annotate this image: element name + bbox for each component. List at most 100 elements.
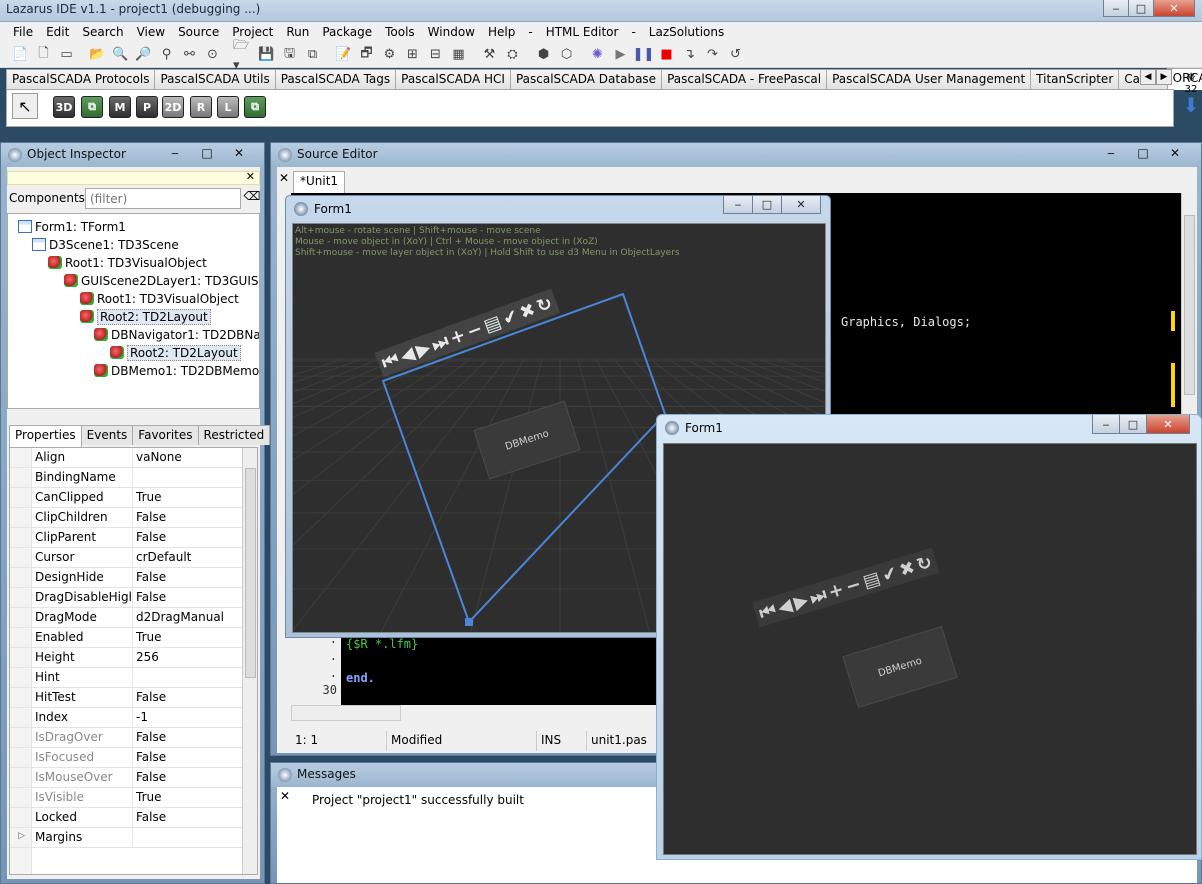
palette-tab[interactable]: PascalSCADA - FreePascal — [661, 69, 828, 89]
expand-icon[interactable]: ▷ — [18, 831, 25, 841]
build-icon[interactable]: ⚒ — [479, 45, 500, 65]
property-row[interactable]: CanClipped True — [10, 488, 242, 508]
property-value[interactable]: True — [132, 488, 242, 508]
menu-item[interactable]: Run — [281, 22, 317, 42]
palette-tab[interactable]: PascalSCADA HCI — [395, 69, 511, 89]
component-filter-input[interactable] — [85, 188, 241, 209]
tree-node[interactable]: DBNavigator1: TD2DBNavigator — [94, 326, 259, 344]
se-close-button[interactable]: ✕ — [1161, 145, 1189, 161]
tab-events[interactable]: Events — [80, 425, 134, 445]
navigator-button-icon[interactable]: − — [843, 573, 864, 597]
oi-maximize-button[interactable]: □ — [193, 145, 221, 161]
package-graph-icon[interactable]: ⬡ — [556, 45, 577, 65]
project-options-icon[interactable]: ⚙ — [379, 45, 400, 65]
tree-node[interactable]: Form1: TForm1 — [18, 218, 126, 236]
property-vertical-scrollbar[interactable] — [242, 448, 257, 874]
navigator-button-icon[interactable]: ✔ — [879, 562, 900, 586]
toggle-form-icon[interactable]: ⧉ — [302, 45, 323, 65]
tab-restricted[interactable]: Restricted — [197, 425, 271, 445]
property-value[interactable]: False — [132, 588, 242, 608]
property-row[interactable]: DragDisableHighlightFalse — [10, 588, 242, 608]
menu-item[interactable]: Help — [483, 22, 523, 42]
view-units-icon[interactable]: 📝 — [333, 45, 354, 65]
property-row[interactable]: BindingName — [10, 468, 242, 488]
runtime-minimize-button[interactable]: ‒ — [1092, 415, 1120, 434]
property-value[interactable] — [132, 468, 242, 488]
property-row[interactable]: Locked False — [10, 808, 242, 828]
compile-icon[interactable]: ⛭ — [502, 45, 523, 65]
tree-node[interactable]: Root1: TD3VisualObject — [80, 290, 239, 308]
form-minimize-button[interactable]: ‒ — [723, 196, 753, 214]
package-icon[interactable]: ⬢ — [533, 45, 554, 65]
palette-tab[interactable]: TitanScripter — [1030, 69, 1120, 89]
layer-3d-icon[interactable]: ⧉ — [81, 96, 103, 118]
palette-comp-r[interactable]: R — [190, 96, 212, 118]
runtime-scene[interactable]: ⏮ ◀ ▶ ⏭ + − ▤ ✔ ✖ ↻ DBMemo — [663, 443, 1197, 855]
open-recent-icon[interactable]: 🔍 — [110, 45, 131, 65]
palette-comp-l[interactable]: L — [217, 96, 239, 118]
palette-tab[interactable]: PascalSCADA Utils — [154, 69, 276, 89]
pointer-tool-icon[interactable]: ↖ — [12, 93, 38, 119]
navigator-button-icon[interactable]: ✖ — [897, 557, 918, 581]
step-over-icon[interactable]: ↷ — [702, 45, 723, 65]
menu-item[interactable]: Edit — [41, 22, 77, 42]
palette-tab[interactable]: PascalSCADA Database — [509, 69, 663, 89]
editor-horizontal-scrollbar[interactable] — [291, 705, 401, 721]
property-value[interactable] — [132, 668, 242, 688]
navigator-button-icon[interactable]: ◀ — [775, 594, 794, 618]
menu-item[interactable]: Source — [173, 22, 227, 42]
se-minimize-button[interactable]: ‒ — [1097, 145, 1125, 161]
replace-icon[interactable]: ⚯ — [179, 45, 200, 65]
navigator-button-icon[interactable]: + — [826, 578, 847, 602]
navigator-button-icon[interactable]: ⏭ — [807, 584, 829, 609]
property-row[interactable]: Margins ▷ — [10, 828, 242, 848]
property-row[interactable]: Hint — [10, 668, 242, 688]
stop-icon[interactable]: ■ — [656, 45, 677, 65]
navigator-button-icon[interactable]: ↻ — [914, 551, 935, 575]
maximize-button[interactable]: □ — [1128, 0, 1154, 17]
remove-from-project-icon[interactable]: ⊟ — [425, 45, 446, 65]
open-dropdown-icon[interactable]: 🗁▾ — [233, 38, 254, 73]
property-value[interactable]: False — [132, 748, 242, 768]
menu-item[interactable]: Tools — [380, 22, 423, 42]
tree-node[interactable]: GUIScene2DLayer1: TD3GUIScene2DLayer — [64, 272, 259, 290]
property-value[interactable]: -1 — [132, 708, 242, 728]
tab-unit1[interactable]: *Unit1 — [293, 171, 346, 193]
navigator-button-icon[interactable]: ↻ — [534, 292, 555, 317]
pause-icon[interactable]: ❚❚ — [633, 45, 655, 65]
palette-tab[interactable]: PascalSCADA Tags — [274, 69, 397, 89]
property-value[interactable]: False — [132, 528, 242, 548]
property-row[interactable]: DesignHide False — [10, 568, 242, 588]
menu-item[interactable]: HTML Editor — [541, 22, 627, 42]
property-row[interactable]: IsMouseOver False — [10, 768, 242, 788]
form-maximize-button[interactable]: □ — [752, 196, 782, 214]
property-value[interactable]: False — [132, 768, 242, 788]
close-button[interactable]: ✕ — [1153, 0, 1195, 17]
property-row[interactable]: IsVisible True — [10, 788, 242, 808]
minimize-button[interactable]: ‒ — [1103, 0, 1129, 17]
property-value[interactable]: 256 — [132, 648, 242, 668]
property-row[interactable]: Index -1 — [10, 708, 242, 728]
find-next-icon[interactable]: ⚲ — [156, 45, 177, 65]
new-form-icon[interactable]: 🗋 — [33, 45, 54, 65]
navigator-button-icon[interactable]: ⏮ — [757, 599, 779, 624]
menu-item[interactable]: File — [8, 22, 41, 42]
oi-close-button[interactable]: ✕ — [225, 145, 253, 161]
palette-right-icon[interactable]: ▶ — [1156, 69, 1172, 85]
property-row[interactable]: Height 256 — [10, 648, 242, 668]
tab-favorites[interactable]: Favorites — [132, 425, 199, 445]
property-value[interactable]: False — [132, 688, 242, 708]
tree-node-selected[interactable]: Root2: TD2Layout — [80, 308, 211, 326]
palette-comp-p[interactable]: P — [136, 96, 158, 118]
form-close-button[interactable]: ✕ — [781, 196, 821, 214]
se-maximize-button[interactable]: □ — [1129, 145, 1157, 161]
menu-item[interactable]: Window — [423, 22, 483, 42]
property-value[interactable]: False — [132, 728, 242, 748]
property-row[interactable]: IsDragOver False — [10, 728, 242, 748]
property-row[interactable]: Cursor crDefault — [10, 548, 242, 568]
property-row[interactable]: DragMode d2DragManual — [10, 608, 242, 628]
new-unit-icon[interactable]: 📄 — [10, 45, 31, 65]
selection-handle[interactable] — [465, 618, 473, 626]
layer-2d-icon[interactable]: ⧉ — [244, 96, 266, 118]
palette-tab[interactable]: PascalSCADA User Management — [826, 69, 1032, 89]
